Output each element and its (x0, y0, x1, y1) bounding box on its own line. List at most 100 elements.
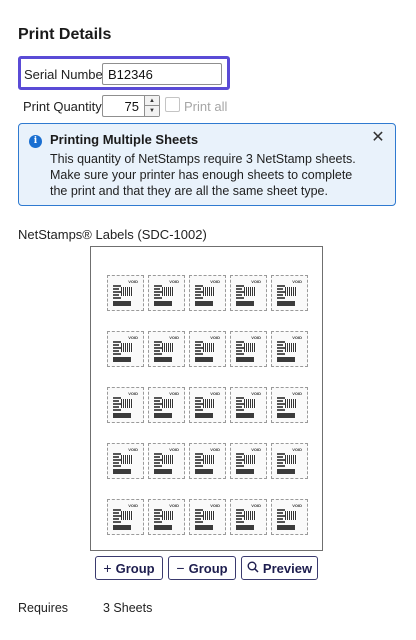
stamp-void-text: VOID (292, 391, 302, 396)
netstamp-artwork: VOID (234, 391, 263, 419)
stamp-grid: VOID VOID VOID VOID VOID VOID VOID VOID VOID VOID… (107, 275, 308, 535)
stamp-barcode (121, 399, 133, 408)
stamp-line (113, 518, 119, 520)
stamp-line (195, 521, 203, 523)
search-icon (247, 561, 259, 576)
stamp-line (195, 353, 203, 355)
netstamp-label: VOID (107, 331, 144, 367)
stamp-line (236, 512, 242, 514)
stamp-postage-block (277, 301, 295, 306)
stamp-line (113, 288, 119, 290)
stamp-postage-block (154, 413, 172, 418)
stamp-line (236, 347, 244, 349)
close-icon[interactable]: ✕ (369, 129, 387, 147)
netstamp-label: VOID (148, 275, 185, 311)
stamp-barcode (285, 511, 297, 520)
stamp-postage-block (154, 469, 172, 474)
stamp-line (195, 518, 201, 520)
stamp-postage-block (236, 413, 254, 418)
add-group-button[interactable]: + Group (95, 556, 163, 580)
stamp-line (154, 521, 162, 523)
stamp-barcode (203, 287, 215, 296)
netstamp-artwork: VOID (111, 391, 140, 419)
stamp-barcode (244, 287, 256, 296)
stamp-line (154, 456, 160, 458)
info-icon: i (29, 135, 42, 148)
stamp-line (195, 406, 201, 408)
stamp-barcode (203, 343, 215, 352)
stamp-postage-block (195, 357, 213, 362)
netstamp-label: VOID (107, 443, 144, 479)
netstamp-artwork: VOID (111, 335, 140, 363)
stamp-line (236, 400, 242, 402)
stamp-void-text: VOID (292, 447, 302, 452)
stamp-line (236, 353, 244, 355)
stamp-line (236, 465, 244, 467)
stamp-line (154, 341, 162, 343)
stamp-void-text: VOID (210, 279, 220, 284)
netstamp-label: VOID (148, 331, 185, 367)
stamp-void-text: VOID (169, 447, 179, 452)
stamp-line (154, 400, 160, 402)
print-all-checkbox[interactable] (165, 97, 180, 112)
remove-group-button[interactable]: − Group (168, 556, 236, 580)
stamp-line (277, 521, 285, 523)
stamp-line (195, 515, 203, 517)
stamp-line (195, 344, 201, 346)
stamp-line (236, 288, 242, 290)
stamp-line (277, 518, 283, 520)
stamp-line (236, 291, 244, 293)
stamp-postage-block (195, 413, 213, 418)
stamp-void-text: VOID (210, 503, 220, 508)
preview-button[interactable]: Preview (241, 556, 318, 580)
stamp-postage-block (113, 357, 131, 362)
stamp-barcode (162, 287, 174, 296)
netstamp-label: VOID (189, 387, 226, 423)
netstamp-artwork: VOID (152, 335, 181, 363)
stamp-line (277, 406, 283, 408)
stamp-void-text: VOID (251, 447, 261, 452)
stamp-line (195, 509, 203, 511)
stamp-line (113, 353, 121, 355)
stamp-barcode (244, 343, 256, 352)
stamp-line (113, 347, 121, 349)
stamp-void-text: VOID (210, 447, 220, 452)
quantity-decrement-button[interactable]: ▼ (144, 106, 159, 116)
stamp-line (195, 347, 203, 349)
minus-icon: − (176, 560, 185, 576)
stamp-line (277, 288, 283, 290)
stamp-void-text: VOID (128, 335, 138, 340)
stamp-line (113, 291, 121, 293)
stamp-postage-block (236, 301, 254, 306)
stamp-line (113, 297, 121, 299)
stamp-postage-block (113, 525, 131, 530)
stamp-line (195, 294, 201, 296)
stamp-line (195, 297, 203, 299)
stamp-line (113, 465, 121, 467)
stamp-line (113, 400, 119, 402)
netstamp-artwork: VOID (152, 447, 181, 475)
stamp-void-text: VOID (169, 335, 179, 340)
stamp-line (154, 288, 160, 290)
print-quantity-stepper[interactable]: 75 ▲ ▼ (102, 95, 160, 117)
stamp-postage-block (113, 301, 131, 306)
stamp-line (113, 344, 119, 346)
stamp-line (277, 341, 285, 343)
stamp-line (154, 294, 160, 296)
print-quantity-value[interactable]: 75 (125, 99, 139, 114)
netstamp-label: VOID (230, 331, 267, 367)
serial-number-label: Serial Number (24, 67, 108, 82)
serial-number-input[interactable] (102, 63, 222, 85)
netstamp-artwork: VOID (234, 447, 263, 475)
stamp-line (154, 453, 162, 455)
netstamp-artwork: VOID (275, 335, 304, 363)
netstamp-label: VOID (148, 443, 185, 479)
quantity-increment-button[interactable]: ▲ (144, 96, 159, 106)
stamp-line (154, 515, 162, 517)
stamp-line (236, 453, 244, 455)
netstamp-label: VOID (189, 275, 226, 311)
netstamp-label: VOID (189, 331, 226, 367)
stamp-line (236, 518, 242, 520)
stamp-line (154, 462, 160, 464)
stamp-line (277, 409, 285, 411)
